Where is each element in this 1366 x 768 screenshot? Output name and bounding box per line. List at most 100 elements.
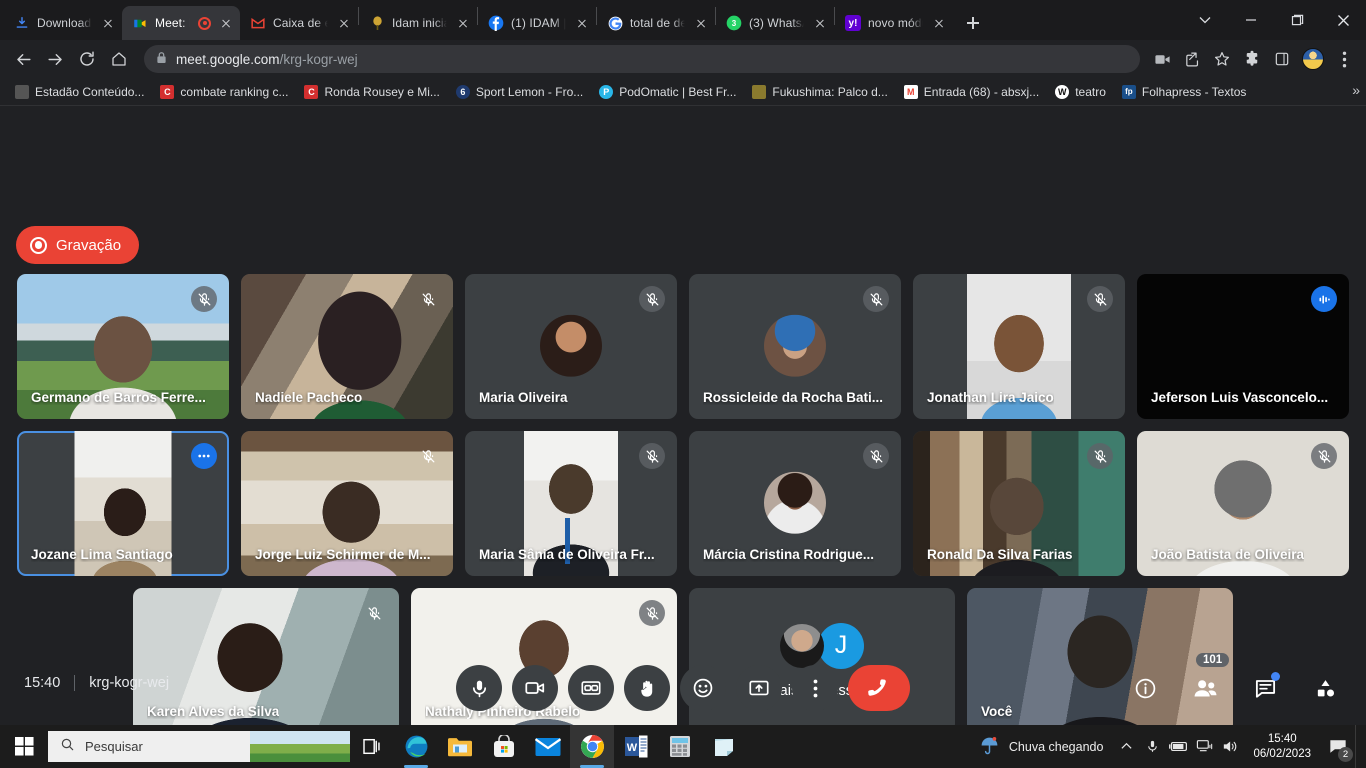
- weather-widget[interactable]: Chuva chegando: [969, 735, 1114, 759]
- taskbar-app-chrome[interactable]: [570, 725, 614, 768]
- address-bar[interactable]: meet.google.com/krg-kogr-wej: [144, 45, 1140, 73]
- task-view-icon[interactable]: [350, 725, 394, 768]
- people-button[interactable]: 101: [1186, 653, 1230, 707]
- more-options-button[interactable]: [792, 665, 838, 711]
- notifications-button[interactable]: 2: [1321, 725, 1355, 768]
- tab-meet[interactable]: Meet: krg: [122, 6, 240, 40]
- volume-icon[interactable]: [1217, 725, 1243, 768]
- people-count-badge: 101: [1196, 653, 1230, 667]
- tab-idam[interactable]: Idam inicia 3º: [359, 6, 477, 40]
- bookmark-item[interactable]: C Ronda Rousey e Mi...: [297, 82, 446, 102]
- close-icon[interactable]: [931, 15, 947, 31]
- microphone-icon[interactable]: [1139, 725, 1165, 768]
- tab-downloads[interactable]: Downloads: [4, 6, 122, 40]
- extensions-icon[interactable]: [1238, 45, 1266, 73]
- more-options-icon[interactable]: [191, 443, 217, 469]
- leave-call-button[interactable]: [848, 665, 910, 711]
- site-icon: [15, 84, 29, 99]
- taskbar-clock[interactable]: 15:40 06/02/2023: [1243, 732, 1321, 762]
- close-icon[interactable]: [336, 15, 352, 31]
- battery-icon[interactable]: [1165, 725, 1191, 768]
- taskbar-app-explorer[interactable]: [438, 725, 482, 768]
- close-icon[interactable]: [455, 15, 471, 31]
- back-arrow-icon[interactable]: [8, 44, 38, 74]
- share-icon[interactable]: [1178, 45, 1206, 73]
- participant-name: Germano de Barros Ferre...: [31, 390, 206, 405]
- bookmark-star-icon[interactable]: [1208, 45, 1236, 73]
- bookmark-item[interactable]: C combate ranking c...: [153, 82, 295, 102]
- taskbar-app-calculator[interactable]: [658, 725, 702, 768]
- maximize-icon[interactable]: [1274, 0, 1320, 40]
- close-icon[interactable]: [693, 15, 709, 31]
- close-window-icon[interactable]: [1320, 0, 1366, 40]
- taskbar-app-store[interactable]: [482, 725, 526, 768]
- windows-start-icon[interactable]: [0, 725, 48, 768]
- participant-tile[interactable]: Germano de Barros Ferre...: [17, 274, 229, 419]
- tab-facebook[interactable]: (1) IDAM | Fac: [478, 6, 596, 40]
- bookmark-item[interactable]: Fukushima: Palco d...: [745, 82, 894, 102]
- participant-tile[interactable]: Jeferson Luis Vasconcelo...: [1137, 274, 1349, 419]
- media-cast-icon[interactable]: [1148, 45, 1176, 73]
- present-screen-button[interactable]: [736, 665, 782, 711]
- bookmark-item[interactable]: M Entrada (68) - absxj...: [897, 82, 1046, 102]
- participant-tile[interactable]: Jonathan Lira Jaico: [913, 274, 1125, 419]
- taskbar-app-word[interactable]: W: [614, 725, 658, 768]
- bookmark-item[interactable]: Estadão Conteúdo...: [8, 82, 151, 102]
- tab-search-chevron-down-icon[interactable]: [1182, 0, 1228, 40]
- camera-button[interactable]: [512, 665, 558, 711]
- bookmark-label: Sport Lemon - Fro...: [475, 84, 584, 99]
- bookmark-item[interactable]: fp Folhapress - Textos: [1115, 82, 1254, 102]
- chevron-up-icon[interactable]: [1113, 725, 1139, 768]
- recording-badge[interactable]: Gravação: [16, 226, 140, 264]
- activities-button[interactable]: [1306, 669, 1344, 707]
- bookmarks-overflow-button[interactable]: »: [1352, 82, 1360, 98]
- gmail-icon: [250, 15, 266, 31]
- participant-tile[interactable]: João Batista de Oliveira: [1137, 431, 1349, 576]
- participant-tile[interactable]: Nadiele Pacheco: [241, 274, 453, 419]
- reload-icon[interactable]: [72, 44, 102, 74]
- network-icon[interactable]: [1191, 725, 1217, 768]
- show-desktop-button[interactable]: [1355, 725, 1362, 768]
- taskbar-app-sticky-notes[interactable]: [702, 725, 746, 768]
- captions-button[interactable]: [568, 665, 614, 711]
- search-input[interactable]: Pesquisar: [48, 731, 350, 762]
- raise-hand-button[interactable]: [624, 665, 670, 711]
- participant-tile[interactable]: Ronald Da Silva Farias: [913, 431, 1125, 576]
- participant-tile[interactable]: Jozane Lima Santiago: [17, 431, 229, 576]
- bookmark-item[interactable]: P PodOmatic | Best Fr...: [592, 82, 743, 102]
- sidepanel-icon[interactable]: [1268, 45, 1296, 73]
- home-icon[interactable]: [104, 44, 134, 74]
- taskbar-app-mail[interactable]: [526, 725, 570, 768]
- minimize-icon[interactable]: [1228, 0, 1274, 40]
- close-icon[interactable]: [100, 15, 116, 31]
- chrome-browser-window: Downloads Meet: krg Caixa de entra Idam …: [0, 0, 1366, 733]
- new-tab-button[interactable]: [959, 9, 987, 37]
- chat-button[interactable]: [1246, 669, 1284, 707]
- close-icon[interactable]: [812, 15, 828, 31]
- tab-google-search[interactable]: total de desc: [597, 6, 715, 40]
- reactions-button[interactable]: [680, 665, 726, 711]
- microphone-button[interactable]: [456, 665, 502, 711]
- participant-tile[interactable]: Maria Sânia de Oliveira Fr...: [465, 431, 677, 576]
- meeting-details-button[interactable]: [1126, 669, 1164, 707]
- gmail-icon: M: [903, 84, 918, 99]
- participant-tile[interactable]: Rossicleide da Rocha Bati...: [689, 274, 901, 419]
- menu-kebab-icon[interactable]: [1330, 45, 1358, 73]
- taskbar-app-edge[interactable]: [394, 725, 438, 768]
- participant-tile[interactable]: Maria Oliveira: [465, 274, 677, 419]
- download-icon: [14, 15, 30, 31]
- tab-gmail[interactable]: Caixa de entra: [240, 6, 358, 40]
- bookmark-label: Folhapress - Textos: [1141, 84, 1247, 99]
- participant-tile[interactable]: Jorge Luiz Schirmer de M...: [241, 431, 453, 576]
- close-icon[interactable]: [218, 15, 234, 31]
- mic-off-icon: [639, 600, 665, 626]
- profile-avatar[interactable]: [1302, 48, 1324, 70]
- tab-label: total de desc: [630, 16, 686, 30]
- bookmark-item[interactable]: 6 Sport Lemon - Fro...: [449, 82, 590, 102]
- bookmark-item[interactable]: W teatro: [1048, 82, 1113, 102]
- tab-yahoo[interactable]: y! novo módulo: [835, 6, 953, 40]
- forward-arrow-icon[interactable]: [40, 44, 70, 74]
- close-icon[interactable]: [574, 15, 590, 31]
- participant-tile[interactable]: Márcia Cristina Rodrigue...: [689, 431, 901, 576]
- tab-whatsapp[interactable]: 3 (3) WhatsApp: [716, 6, 834, 40]
